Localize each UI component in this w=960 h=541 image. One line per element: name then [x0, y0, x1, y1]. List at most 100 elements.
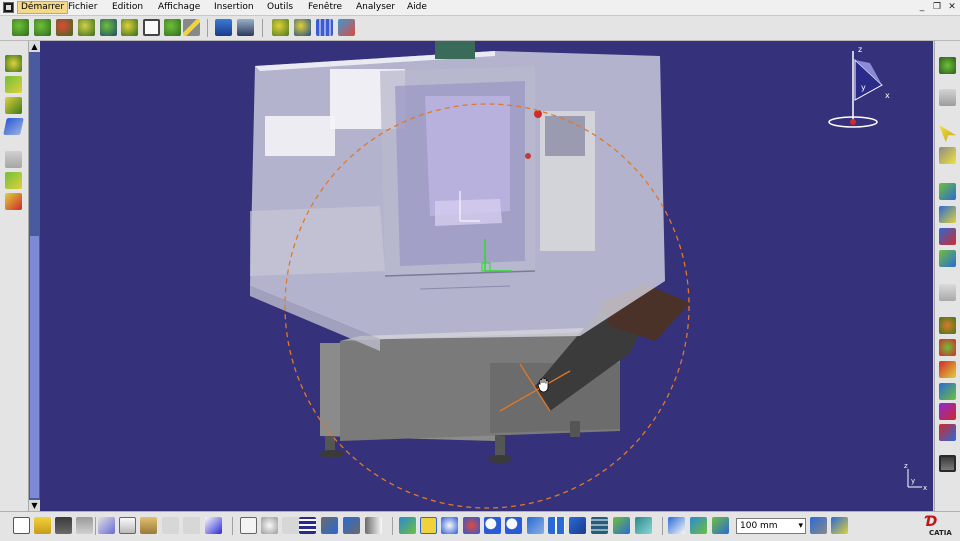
select-icon[interactable] — [939, 125, 956, 142]
side-window — [250, 206, 385, 276]
plane-icon[interactable] — [5, 76, 22, 93]
compass-icon[interactable]: z x y — [825, 45, 890, 130]
parameter-icon[interactable] — [939, 383, 956, 400]
machine-foot — [488, 455, 512, 463]
manipulate-icon[interactable] — [272, 19, 289, 36]
restore-button[interactable]: ❐ — [931, 1, 943, 13]
delete-icon[interactable] — [5, 193, 22, 210]
zoom-out-icon[interactable] — [505, 517, 522, 534]
menu-outils[interactable]: Outils — [264, 1, 296, 14]
clash-icon[interactable] — [939, 228, 956, 245]
undo-icon[interactable] — [162, 517, 179, 534]
menu-affichage[interactable]: Affichage — [155, 1, 203, 14]
copy-icon[interactable] — [119, 517, 136, 534]
inertia-icon[interactable] — [939, 206, 956, 223]
table-icon[interactable] — [299, 517, 316, 534]
offset-icon[interactable] — [143, 19, 160, 36]
knowledge-icon[interactable] — [939, 403, 956, 420]
fix-icon[interactable] — [56, 19, 73, 36]
measure-icon[interactable] — [712, 517, 729, 534]
measure-icon[interactable] — [939, 183, 956, 200]
assembly-toolbar — [0, 16, 960, 41]
menu-fichier[interactable]: Fichier — [65, 1, 100, 14]
contact-icon[interactable] — [121, 19, 138, 36]
save-icon[interactable] — [55, 517, 72, 534]
spindle-column — [425, 96, 510, 216]
fix-together-icon[interactable] — [78, 19, 95, 36]
snap-icon[interactable] — [690, 517, 707, 534]
redo-icon[interactable] — [183, 517, 200, 534]
comment-icon[interactable] — [261, 517, 278, 534]
part-design-icon[interactable] — [3, 118, 24, 135]
fit-all-icon[interactable] — [399, 517, 416, 534]
menu-analyser[interactable]: Analyser — [353, 1, 398, 14]
constraint-icon[interactable] — [5, 151, 22, 168]
menu-aide[interactable]: Aide — [404, 1, 430, 14]
save-icon[interactable] — [939, 455, 956, 472]
render-style-icon[interactable] — [591, 517, 608, 534]
ruler-icon[interactable] — [939, 284, 956, 301]
fly-icon[interactable] — [365, 517, 382, 534]
rotate-icon[interactable] — [441, 517, 458, 534]
scene-icon[interactable] — [939, 339, 956, 356]
analysis-icon[interactable] — [5, 172, 22, 189]
normal-view-icon[interactable] — [527, 517, 544, 534]
open-icon[interactable] — [34, 517, 51, 534]
app-icon[interactable] — [3, 2, 14, 13]
zoom-in-icon[interactable] — [484, 517, 501, 534]
scroll-down-icon[interactable]: ▼ — [29, 500, 40, 511]
photo-icon[interactable] — [939, 424, 956, 441]
catalog-icon[interactable] — [939, 317, 956, 334]
minimize-button[interactable]: _ — [916, 1, 928, 13]
svg-text:z: z — [904, 462, 908, 470]
sectioning-icon[interactable] — [939, 250, 956, 267]
component-icon[interactable] — [939, 89, 956, 106]
menu-fenetre[interactable]: Fenêtre — [305, 1, 345, 14]
select-trap-icon[interactable] — [939, 147, 956, 164]
knowledge-icon[interactable] — [282, 517, 299, 534]
update-icon[interactable] — [237, 19, 254, 36]
pan-icon[interactable] — [420, 517, 437, 534]
scroll-thumb[interactable] — [30, 236, 39, 498]
material-icon[interactable] — [939, 361, 956, 378]
zoom-select[interactable]: 100 mm — [736, 518, 806, 534]
iso-view-icon[interactable] — [569, 517, 586, 534]
constraint-icon[interactable] — [12, 19, 29, 36]
menu-insertion[interactable]: Insertion — [211, 1, 257, 14]
new-icon[interactable] — [13, 517, 30, 534]
pan-cursor-icon — [537, 377, 549, 393]
constraint-defined-icon[interactable] — [34, 19, 51, 36]
menu-demarrer[interactable]: Démarrer — [17, 1, 69, 14]
menu-edition[interactable]: Edition — [109, 1, 146, 14]
table-icon[interactable] — [316, 19, 333, 36]
angle-icon[interactable] — [164, 19, 181, 36]
catalog-icon[interactable] — [321, 517, 338, 534]
sketcher-icon[interactable] — [5, 55, 22, 72]
coincidence-icon[interactable] — [100, 19, 117, 36]
explode-icon[interactable] — [215, 19, 232, 36]
swap-visible-icon[interactable] — [635, 517, 652, 534]
scroll-up-icon[interactable]: ▲ — [29, 41, 40, 52]
compass-icon[interactable] — [668, 517, 685, 534]
status-light — [525, 153, 531, 159]
vertical-scrollbar[interactable]: ▲ ▼ — [29, 41, 40, 511]
insert-product-icon[interactable] — [939, 57, 956, 74]
multi-view-icon[interactable] — [548, 517, 565, 534]
snap-icon[interactable] — [294, 19, 311, 36]
rotate-icon[interactable] — [463, 517, 480, 534]
axis-system-icon[interactable] — [5, 97, 22, 114]
measure-item-icon[interactable] — [810, 517, 827, 534]
3d-viewport[interactable]: z x y z y x — [40, 41, 933, 511]
paste-icon[interactable] — [140, 517, 157, 534]
formula-icon[interactable] — [240, 517, 257, 534]
print-icon[interactable] — [76, 517, 93, 534]
cut-icon[interactable] — [98, 517, 115, 534]
svg-text:x: x — [923, 484, 927, 491]
tree-icon[interactable] — [343, 517, 360, 534]
measure-between-icon[interactable] — [831, 517, 848, 534]
scene-icon[interactable] — [338, 19, 355, 36]
close-button[interactable]: ✕ — [946, 1, 958, 13]
smart-move-icon[interactable] — [183, 19, 200, 36]
whats-this-icon[interactable] — [205, 517, 222, 534]
hide-show-icon[interactable] — [613, 517, 630, 534]
